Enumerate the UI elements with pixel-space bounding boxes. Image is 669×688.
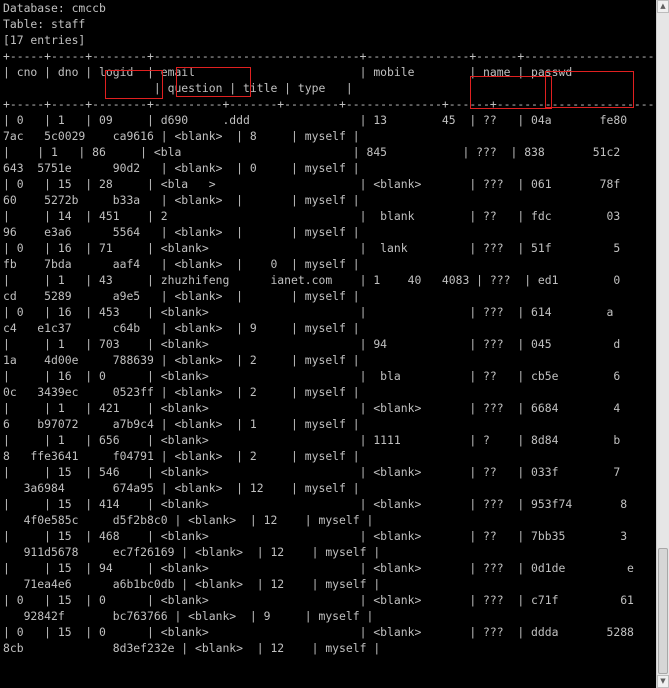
terminal-line: Table: staff	[3, 17, 86, 31]
terminal-line: cd 5289 a9e5 | <blank> | | myself |	[3, 289, 360, 303]
terminal-line: 4f0e585c d5f2b8c0 | <blank> | 12 | mysel…	[3, 513, 374, 527]
terminal-line: | 0 | 1 | 09 | d690 .ddd | 13 45 | ?? | …	[3, 113, 628, 127]
terminal-line: | | 16 | 0 | <blank> | bla | ?? | cb5e 6	[3, 369, 621, 383]
terminal-line: | question | title | type |	[3, 81, 353, 95]
terminal-line: 96 e3a6 5564 | <blank> | | myself |	[3, 225, 360, 239]
terminal-line: | 0 | 16 | 71 | <blank> | lank | ??? | 5…	[3, 241, 621, 255]
terminal-line: 3a6984 674a95 | <blank> | 12 | myself |	[3, 481, 360, 495]
terminal-line: 8 ffe3641 f04791 | <blank> | 2 | myself …	[3, 449, 360, 463]
terminal-line: | | 15 | 468 | <blank> | <blank> | ?? | …	[3, 529, 628, 543]
scroll-up-arrow-icon[interactable]: ▲	[657, 0, 669, 13]
terminal-line: 8cb 8d3ef232e | <blank> | 12 | myself |	[3, 641, 381, 655]
terminal-line: | 0 | 16 | 453 | <blank> | | ??? | 614 a	[3, 305, 614, 319]
terminal-line: | | 14 | 451 | 2 | blank | ?? | fdc 03	[3, 209, 621, 223]
terminal-line: 0c 3439ec 0523ff | <blank> | 2 | myself …	[3, 385, 360, 399]
terminal-output[interactable]: Database: cmccb Table: staff [17 entries] +…	[0, 0, 656, 688]
terminal-line: 71ea4e6 a6b1bc0db | <blank> | 12 | mysel…	[3, 577, 381, 591]
terminal-line: 643 5751e 90d2 | <blank> | 0 | myself |	[3, 161, 360, 175]
terminal-line: | 0 | 15 | 28 | <bla > | <blank> | ??? |…	[3, 177, 621, 191]
terminal-line: 92842f bc763766 | <blank> | 9 | myself |	[3, 609, 374, 623]
scrollbar-thumb[interactable]	[658, 548, 668, 674]
vertical-scrollbar[interactable]: ▲ ▼	[656, 0, 669, 688]
terminal-line: | 0 | 15 | 0 | <blank> | <blank> | ??? |…	[3, 593, 634, 607]
terminal-line: | 0 | 15 | 0 | <blank> | <blank> | ??? |…	[3, 625, 634, 639]
terminal-line: | | 1 | 43 | zhuzhifeng ianet.com | 1 40…	[3, 273, 621, 287]
terminal-line: 60 5272b b33a | <blank> | | myself |	[3, 193, 360, 207]
terminal-line: fb 7bda aaf4 | <blank> | 0 | myself |	[3, 257, 360, 271]
terminal-line: | | 15 | 546 | <blank> | <blank> | ?? | …	[3, 465, 621, 479]
terminal-line: | | 15 | 414 | <blank> | <blank> | ??? |…	[3, 497, 628, 511]
terminal-line: [17 entries]	[3, 33, 86, 47]
terminal-line: 1a 4d00e 788639 | <blank> | 2 | myself |	[3, 353, 360, 367]
terminal-line: c4 e1c37 c64b | <blank> | 9 | myself |	[3, 321, 360, 335]
terminal-line: | | 15 | 94 | <blank> | <blank> | ??? | …	[3, 561, 634, 575]
scroll-down-arrow-icon[interactable]: ▼	[657, 675, 669, 688]
terminal-line: | | 1 | 656 | <blank> | 1111 | ? | 8d84 …	[3, 433, 621, 447]
terminal-line: 7ac 5c0029 ca9616 | <blank> | 8 | myself…	[3, 129, 360, 143]
terminal-line: | | 1 | 86 | <bla | 845 | ??? | 838 51c2	[3, 145, 621, 159]
terminal-line: 911d5678 ec7f26169 | <blank> | 12 | myse…	[3, 545, 381, 559]
terminal-line: Database: cmccb	[3, 1, 106, 15]
terminal-line: | | 1 | 421 | <blank> | <blank> | ??? | …	[3, 401, 621, 415]
terminal-line: +-----+-----+--------+----------+-------…	[3, 97, 656, 111]
terminal-line: | cno | dno | logid | email | mobile | n…	[3, 65, 656, 79]
terminal-line: 6 b97072 a7b9c4 | <blank> | 1 | myself |	[3, 417, 360, 431]
terminal-line: +-----+-----+--------+------------------…	[3, 49, 656, 63]
terminal-line: | | 1 | 703 | <blank> | 94 | ??? | 045 d	[3, 337, 621, 351]
